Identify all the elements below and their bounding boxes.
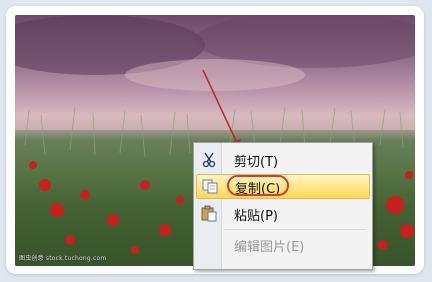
- menu-item-label: 编辑图片(E): [234, 240, 305, 255]
- menu-item-label: 粘贴(P): [234, 209, 278, 224]
- menu-item-copy[interactable]: 复制(C): [196, 174, 370, 199]
- scissors-icon: [200, 151, 218, 168]
- context-menu: 剪切(T) 复制(C) 粘贴(P) 编辑图片(E): [193, 142, 373, 270]
- menu-item-cut[interactable]: 剪切(T): [196, 148, 368, 171]
- annotation-circle: [227, 175, 289, 196]
- menu-separator: [224, 229, 366, 230]
- copy-icon: [201, 178, 219, 195]
- paste-icon: [200, 205, 218, 222]
- menu-item-label: 剪切(T): [234, 155, 279, 170]
- menu-item-edit-picture[interactable]: 编辑图片(E): [196, 233, 368, 256]
- photo-watermark: 图虫创意 stock.tuchong.com: [19, 255, 107, 262]
- menu-item-paste[interactable]: 粘贴(P): [196, 202, 368, 225]
